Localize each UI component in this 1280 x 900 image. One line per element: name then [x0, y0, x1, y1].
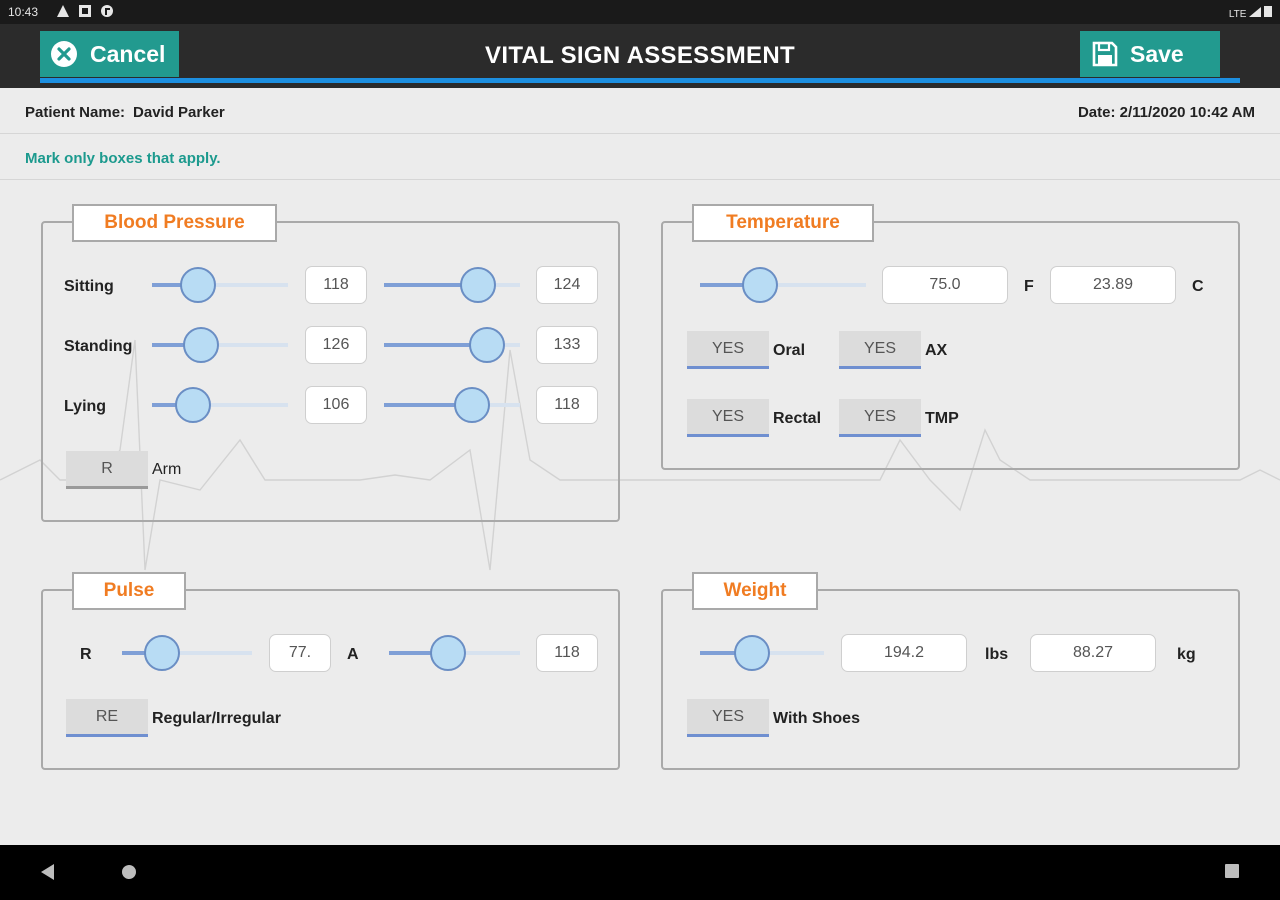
weight-kg-field[interactable]: 88.27	[1030, 634, 1156, 672]
assessment-date: Date: 2/11/2020 10:42 AM	[1077, 104, 1255, 121]
bp-lying-systolic-slider[interactable]	[152, 387, 288, 423]
regularity-label: Regular/Irregular	[152, 710, 281, 727]
bp-lying-systolic-field[interactable]: 106	[305, 386, 367, 424]
bp-standing-diastolic-slider[interactable]	[384, 327, 520, 363]
status-time: 10:43	[8, 5, 39, 19]
patient-info-row: Patient Name: David Parker Date: 2/11/202…	[0, 88, 1280, 134]
bp-standing-diastolic-field[interactable]: 133	[536, 326, 598, 364]
slider-thumb[interactable]	[180, 267, 217, 303]
bp-sitting-diastolic-field[interactable]: 124	[536, 266, 598, 304]
pulse-r-field[interactable]: 77.	[269, 634, 331, 672]
pulse-panel: Pulse R 77. A 118 RE Regular/Irregular	[41, 572, 620, 770]
rectal-label: Rectal	[773, 410, 822, 427]
weight-panel: Weight 194.2 lbs 88.27 kg YES With Shoes	[661, 572, 1240, 770]
bp-standing-label: Standing	[64, 338, 133, 355]
header-divider	[40, 78, 1240, 83]
weight-lbs-field[interactable]: 194.2	[841, 634, 967, 672]
patient-name-label: Patient Name:	[25, 104, 126, 121]
warning-icon	[56, 4, 70, 18]
kg-unit: kg	[1177, 646, 1196, 663]
tmp-label: TMP	[925, 410, 959, 427]
bp-standing-systolic-field[interactable]: 126	[305, 326, 367, 364]
slider-thumb[interactable]	[459, 267, 496, 303]
home-icon[interactable]	[120, 863, 138, 886]
regularity-toggle[interactable]: RE	[66, 699, 148, 737]
bp-sitting-diastolic-slider[interactable]	[384, 267, 520, 303]
instruction-text: Mark only boxes that apply.	[25, 150, 221, 167]
status-bar: 10:43 LTE	[0, 0, 1280, 24]
patient-name: Patient Name: David Parker	[25, 104, 225, 121]
save-label: Save	[1130, 40, 1184, 67]
slider-thumb[interactable]	[174, 387, 211, 423]
bp-lying-diastolic-field[interactable]: 118	[536, 386, 598, 424]
pulse-a-field[interactable]: 118	[536, 634, 598, 672]
slider-thumb[interactable]	[144, 635, 181, 671]
system-nav-bar	[0, 845, 1280, 900]
blood-pressure-panel: Blood Pressure Sitting 118 124 Standing …	[41, 204, 620, 522]
pulse-r-slider[interactable]	[122, 635, 252, 671]
arm-side-toggle[interactable]: R	[66, 451, 148, 489]
with-shoes-toggle[interactable]: YES	[687, 699, 769, 737]
fahrenheit-unit: F	[1024, 278, 1034, 295]
slider-thumb[interactable]	[454, 387, 491, 423]
pulse-a-slider[interactable]	[389, 635, 520, 671]
oral-label: Oral	[773, 342, 806, 359]
temperature-panel: Temperature 75.0 F 23.89 C YES Oral YES …	[661, 204, 1240, 470]
ax-toggle[interactable]: YES	[839, 331, 921, 369]
bp-sitting-systolic-field[interactable]: 118	[305, 266, 367, 304]
arm-label: Arm	[152, 461, 182, 478]
temperature-fahrenheit-field[interactable]: 75.0	[882, 266, 1008, 304]
app-notification-icon	[100, 4, 114, 18]
signal-icon	[1249, 7, 1262, 17]
image-icon	[78, 4, 92, 18]
slider-thumb[interactable]	[741, 267, 778, 303]
recents-icon[interactable]	[1224, 863, 1240, 884]
pulse-a-label: A	[347, 646, 359, 663]
battery-icon	[1264, 6, 1272, 17]
patient-name-value: David Parker	[133, 104, 225, 121]
slider-thumb[interactable]	[469, 327, 506, 363]
weight-title: Weight	[692, 572, 818, 610]
bp-lying-diastolic-slider[interactable]	[384, 387, 520, 423]
lbs-unit: lbs	[985, 646, 1009, 663]
oral-toggle[interactable]: YES	[687, 331, 769, 369]
bp-lying-label: Lying	[64, 398, 107, 415]
slider-thumb[interactable]	[182, 327, 219, 363]
bp-sitting-systolic-slider[interactable]	[152, 267, 288, 303]
pulse-title: Pulse	[72, 572, 186, 610]
blood-pressure-title: Blood Pressure	[72, 204, 277, 242]
bp-sitting-label: Sitting	[64, 278, 114, 295]
back-icon[interactable]	[40, 863, 56, 886]
celsius-unit: C	[1192, 278, 1204, 295]
floppy-disk-icon	[1092, 41, 1118, 67]
save-button[interactable]: Save	[1080, 31, 1220, 77]
weight-slider[interactable]	[700, 635, 824, 671]
temperature-slider[interactable]	[700, 267, 866, 303]
app-header: Cancel VITAL SIGN ASSESSMENT Save	[0, 24, 1280, 88]
slider-thumb[interactable]	[734, 635, 771, 671]
rectal-toggle[interactable]: YES	[687, 399, 769, 437]
ax-label: AX	[925, 342, 948, 359]
pulse-r-label: R	[80, 646, 92, 663]
temperature-title: Temperature	[692, 204, 874, 242]
bp-standing-systolic-slider[interactable]	[152, 327, 288, 363]
tmp-toggle[interactable]: YES	[839, 399, 921, 437]
slider-thumb[interactable]	[429, 635, 466, 671]
instruction-row: Mark only boxes that apply.	[0, 134, 1280, 180]
with-shoes-label: With Shoes	[773, 710, 860, 727]
network-type: LTE	[1228, 9, 1247, 20]
temperature-celsius-field[interactable]: 23.89	[1050, 266, 1176, 304]
